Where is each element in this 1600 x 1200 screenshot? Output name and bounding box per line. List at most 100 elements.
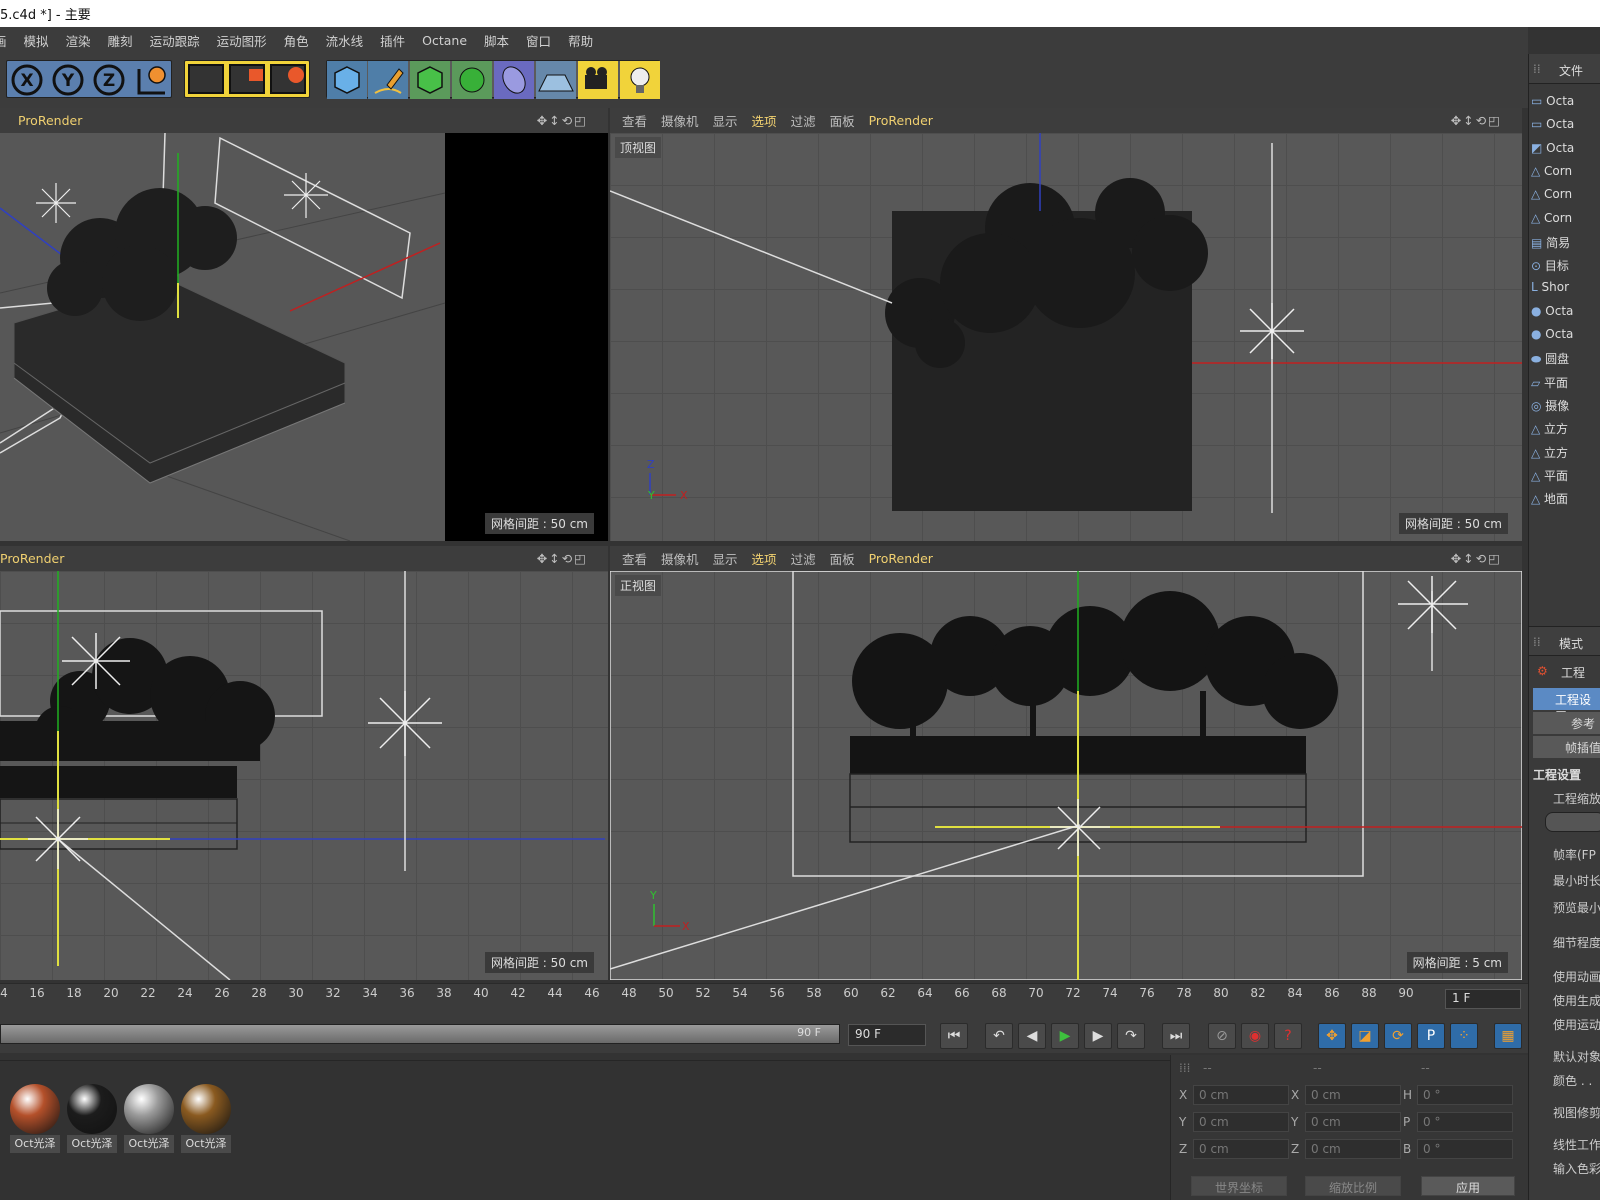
menu-item-octane[interactable]: Octane	[422, 33, 467, 48]
object-list-item[interactable]: △ 地面	[1531, 490, 1568, 507]
object-list-item[interactable]: △ 平面	[1531, 467, 1568, 484]
object-list-item[interactable]: ▭ Octa	[1531, 94, 1574, 108]
material-thumbnail[interactable]: Oct光泽	[10, 1084, 60, 1156]
prorender-menu[interactable]: ProRender	[18, 113, 82, 128]
object-list-item[interactable]: ● Octa	[1531, 304, 1573, 318]
frame-range-slider[interactable]: 90 F	[0, 1024, 840, 1044]
goto-end-icon[interactable]: ⏭	[1162, 1023, 1190, 1049]
options-menu[interactable]: 选项	[752, 111, 777, 130]
viewport-top[interactable]: 查看 摄像机 显示 选项 过滤 面板 ProRender ✥↕⟲◰ Z Y X …	[610, 108, 1522, 541]
z-axis-button[interactable]: Z	[93, 64, 125, 96]
scale-dropdown[interactable]: 缩放比例	[1305, 1176, 1401, 1196]
object-list-item[interactable]: ⊙ 目标	[1531, 257, 1569, 274]
scale-key-icon[interactable]: ◪	[1351, 1023, 1379, 1049]
tab-frame-interpolation[interactable]: 帧插值	[1533, 736, 1600, 758]
project-scale-field[interactable]	[1545, 812, 1600, 832]
cube-icon[interactable]	[327, 61, 367, 99]
object-list-item[interactable]: L Shor	[1531, 280, 1569, 294]
object-list-item[interactable]: ▤ 简易	[1531, 234, 1570, 251]
prorender-menu[interactable]: ProRender	[0, 551, 64, 566]
menu-item-pipeline[interactable]: 流水线	[326, 31, 364, 50]
object-list-item[interactable]: △ Corn	[1531, 187, 1572, 201]
filter-menu[interactable]: 过滤	[791, 549, 816, 568]
coord-value-field[interactable]: 0 °	[1417, 1112, 1513, 1132]
viewport-nav-icons[interactable]: ✥↕⟲◰	[1451, 113, 1502, 128]
timeline-window-icon[interactable]: ▦	[1494, 1023, 1522, 1049]
deformer-icon[interactable]	[494, 61, 534, 99]
object-list-item[interactable]: ▱ 平面	[1531, 374, 1568, 391]
cloner-icon[interactable]	[452, 61, 492, 99]
prorender-menu[interactable]: ProRender	[869, 551, 933, 566]
attribute-group-label[interactable]: 输入色彩	[1553, 1160, 1600, 1177]
pla-key-icon[interactable]: ⁘	[1450, 1023, 1478, 1049]
rotate-key-icon[interactable]: ⟳	[1384, 1023, 1412, 1049]
play-icon[interactable]: ▶	[1051, 1023, 1079, 1049]
object-list-item[interactable]: △ Corn	[1531, 211, 1572, 225]
material-thumbnail[interactable]: Oct光泽	[181, 1084, 231, 1156]
menu-item-mograph[interactable]: 运动图形	[217, 31, 267, 50]
attribute-group-label[interactable]: 线性工作	[1553, 1136, 1600, 1153]
world-coord-dropdown[interactable]: 世界坐标	[1191, 1176, 1287, 1196]
x-axis-button[interactable]: X	[11, 64, 43, 96]
material-thumbnail[interactable]: Oct光泽	[67, 1084, 117, 1156]
panel-menu[interactable]: 面板	[830, 111, 855, 130]
menu-item-character[interactable]: 角色	[284, 31, 309, 50]
autokey-icon[interactable]: ◉	[1241, 1023, 1269, 1049]
coord-value-field[interactable]: 0 cm	[1193, 1139, 1289, 1159]
menu-item-render[interactable]: 渲染	[66, 31, 91, 50]
filter-menu[interactable]: 过滤	[791, 111, 816, 130]
camera-menu[interactable]: 摄像机	[661, 111, 699, 130]
view-menu[interactable]: 查看	[622, 111, 647, 130]
viewport-nav-icons[interactable]: ✥↕⟲◰	[537, 113, 588, 128]
render-picture-viewer-icon[interactable]	[229, 64, 265, 94]
object-list-item[interactable]: △ 立方	[1531, 444, 1568, 461]
prorender-menu[interactable]: ProRender	[869, 113, 933, 128]
object-list-item[interactable]: △ 立方	[1531, 420, 1568, 437]
move-key-icon[interactable]: ✥	[1318, 1023, 1346, 1049]
apply-button[interactable]: 应用	[1421, 1176, 1515, 1196]
viewport-right[interactable]: ProRender ✥↕⟲◰ 网格间距: 50 cm	[0, 546, 608, 980]
render-view-icon[interactable]	[188, 64, 224, 94]
coord-value-field[interactable]: 0 cm	[1193, 1112, 1289, 1132]
coord-value-field[interactable]: 0 cm	[1305, 1139, 1401, 1159]
pen-icon[interactable]	[368, 61, 408, 99]
param-key-icon[interactable]: P	[1417, 1023, 1445, 1049]
floor-icon[interactable]	[536, 61, 576, 99]
menu-item-help[interactable]: 帮助	[568, 31, 593, 50]
coord-value-field[interactable]: 0 cm	[1193, 1085, 1289, 1105]
menu-item-create[interactable]: 画	[0, 31, 7, 50]
viewport-front[interactable]: 查看 摄像机 显示 选项 过滤 面板 ProRender ✥↕⟲◰ Y X 正视…	[610, 546, 1522, 980]
coord-value-field[interactable]: 0 cm	[1305, 1085, 1401, 1105]
options-menu[interactable]: 选项	[752, 549, 777, 568]
subdivision-icon[interactable]	[410, 61, 450, 99]
render-settings-icon[interactable]	[270, 64, 306, 94]
panel-menu[interactable]: 面板	[830, 549, 855, 568]
mode-menu[interactable]: 模式	[1559, 635, 1583, 652]
next-key-icon[interactable]: ↷	[1117, 1023, 1145, 1049]
y-axis-button[interactable]: Y	[52, 64, 84, 96]
menu-item-window[interactable]: 窗口	[526, 31, 551, 50]
current-frame-field[interactable]: 1 F	[1445, 989, 1521, 1009]
menu-item-script[interactable]: 脚本	[484, 31, 509, 50]
file-menu[interactable]: 文件	[1559, 62, 1583, 79]
view-menu[interactable]: 查看	[622, 549, 647, 568]
light-icon[interactable]	[620, 61, 660, 99]
coord-value-field[interactable]: 0 cm	[1305, 1112, 1401, 1132]
menu-item-motion-tracking[interactable]: 运动跟踪	[150, 31, 200, 50]
object-list-item[interactable]: ▭ Octa	[1531, 117, 1574, 131]
object-list-item[interactable]: △ Corn	[1531, 164, 1572, 178]
next-frame-icon[interactable]: ▶	[1084, 1023, 1112, 1049]
menu-item-simulate[interactable]: 模拟	[24, 31, 49, 50]
viewport-perspective[interactable]: ProRender ✥↕⟲◰ 网格间距: 50 cm	[0, 108, 608, 541]
object-list-item[interactable]: ◎ 摄像	[1531, 397, 1569, 414]
coord-value-field[interactable]: 0 °	[1417, 1085, 1513, 1105]
prev-key-icon[interactable]: ↶	[985, 1023, 1013, 1049]
timeline-ruler[interactable]: 4 16 18 20 22 24 26 28 30 32 34 36 38 40 42 44 46 48 50 52 5…	[0, 983, 1528, 1015]
menu-item-plugins[interactable]: 插件	[380, 31, 405, 50]
end-frame-field[interactable]: 90 F	[848, 1024, 926, 1046]
display-menu[interactable]: 显示	[713, 549, 738, 568]
world-coord-icon[interactable]	[137, 66, 166, 95]
menu-item-sculpt[interactable]: 雕刻	[108, 31, 133, 50]
goto-start-icon[interactable]: ⏮	[940, 1023, 968, 1049]
material-thumbnail[interactable]: Oct光泽	[124, 1084, 174, 1156]
